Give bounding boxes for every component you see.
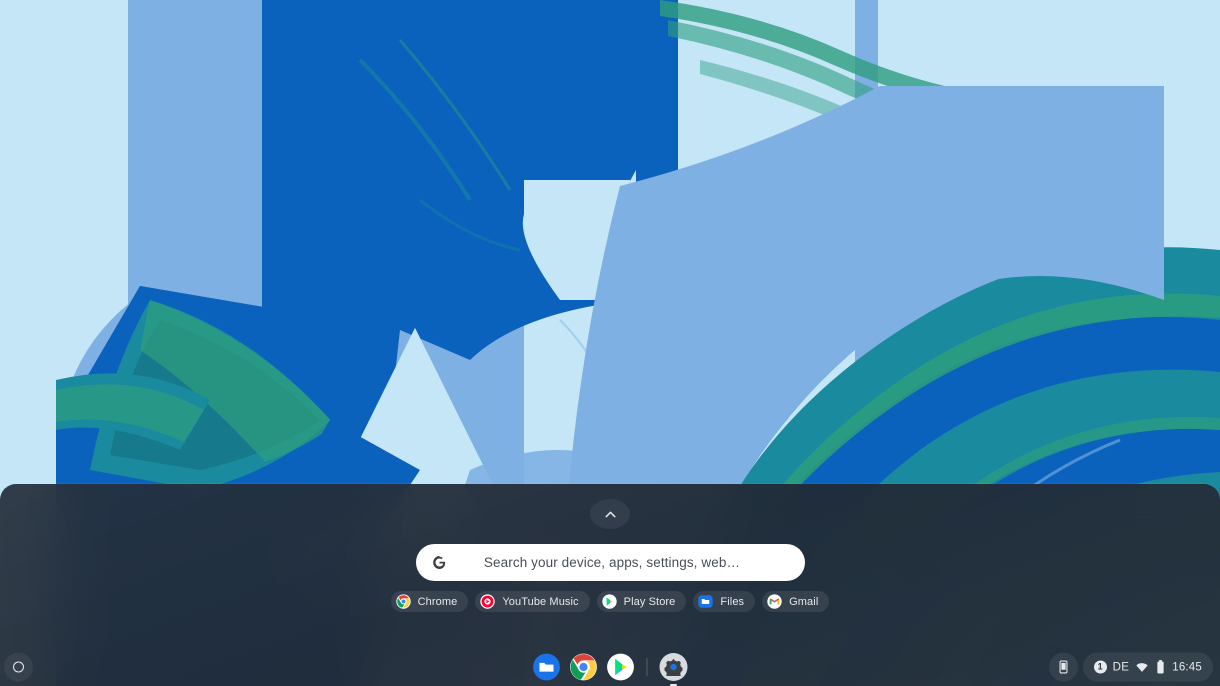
suggested-apps-chip-row: Chrome YouTube Music Play Store Files Gm… bbox=[0, 591, 1220, 612]
shelf-app-list bbox=[533, 653, 688, 686]
launcher-circle-icon bbox=[13, 661, 24, 673]
shelf-app-chrome[interactable] bbox=[570, 653, 598, 681]
launcher-panel: Search your device, apps, settings, web…… bbox=[0, 484, 1220, 686]
notification-count-badge: 1 bbox=[1093, 660, 1107, 674]
chip-files[interactable]: Files bbox=[693, 591, 756, 612]
files-folder-icon bbox=[698, 595, 714, 608]
chip-play-store[interactable]: Play Store bbox=[596, 591, 687, 612]
chip-chrome[interactable]: Chrome bbox=[390, 591, 469, 612]
chromeos-desktop: Search your device, apps, settings, web…… bbox=[0, 0, 1220, 686]
google-g-icon bbox=[433, 555, 446, 570]
gmail-icon bbox=[767, 594, 782, 609]
status-area-button[interactable]: 1 DE 16:45 bbox=[1082, 652, 1213, 682]
shelf-app-files[interactable] bbox=[533, 653, 561, 681]
shelf-app-settings[interactable] bbox=[659, 653, 688, 686]
chevron-up-icon bbox=[604, 511, 616, 517]
chip-label: Chrome bbox=[417, 595, 458, 608]
phone-hub-button[interactable] bbox=[1048, 652, 1078, 682]
settings-gear-icon bbox=[664, 658, 683, 676]
wifi-icon bbox=[1136, 662, 1148, 672]
chrome-icon bbox=[395, 594, 411, 609]
battery-icon bbox=[1157, 660, 1164, 674]
search-input[interactable]: Search your device, apps, settings, web… bbox=[416, 544, 805, 581]
chip-label: Play Store bbox=[623, 595, 676, 608]
ime-locale-label: DE bbox=[1112, 661, 1130, 673]
chip-youtube-music[interactable]: YouTube Music bbox=[475, 591, 590, 612]
launcher-button[interactable] bbox=[4, 652, 33, 682]
expand-launcher-handle[interactable] bbox=[590, 499, 630, 529]
play-store-icon bbox=[607, 653, 634, 681]
chip-gmail[interactable]: Gmail bbox=[762, 591, 830, 612]
files-folder-icon bbox=[533, 653, 560, 681]
chrome-icon bbox=[570, 653, 597, 681]
play-store-icon bbox=[601, 594, 617, 609]
shelf-divider bbox=[646, 658, 648, 676]
shelf-app-play-store[interactable] bbox=[607, 653, 635, 681]
chip-label: YouTube Music bbox=[502, 595, 579, 608]
chip-label: Gmail bbox=[789, 595, 819, 608]
status-tray: 1 DE 16:45 bbox=[1048, 652, 1213, 682]
clock-label: 16:45 bbox=[1172, 661, 1202, 673]
search-placeholder: Search your device, apps, settings, web… bbox=[483, 555, 741, 570]
shelf: 1 DE 16:45 bbox=[0, 648, 1220, 686]
phone-hub-icon bbox=[1059, 660, 1068, 674]
chip-label: Files bbox=[720, 595, 745, 608]
youtube-music-icon bbox=[480, 594, 496, 609]
